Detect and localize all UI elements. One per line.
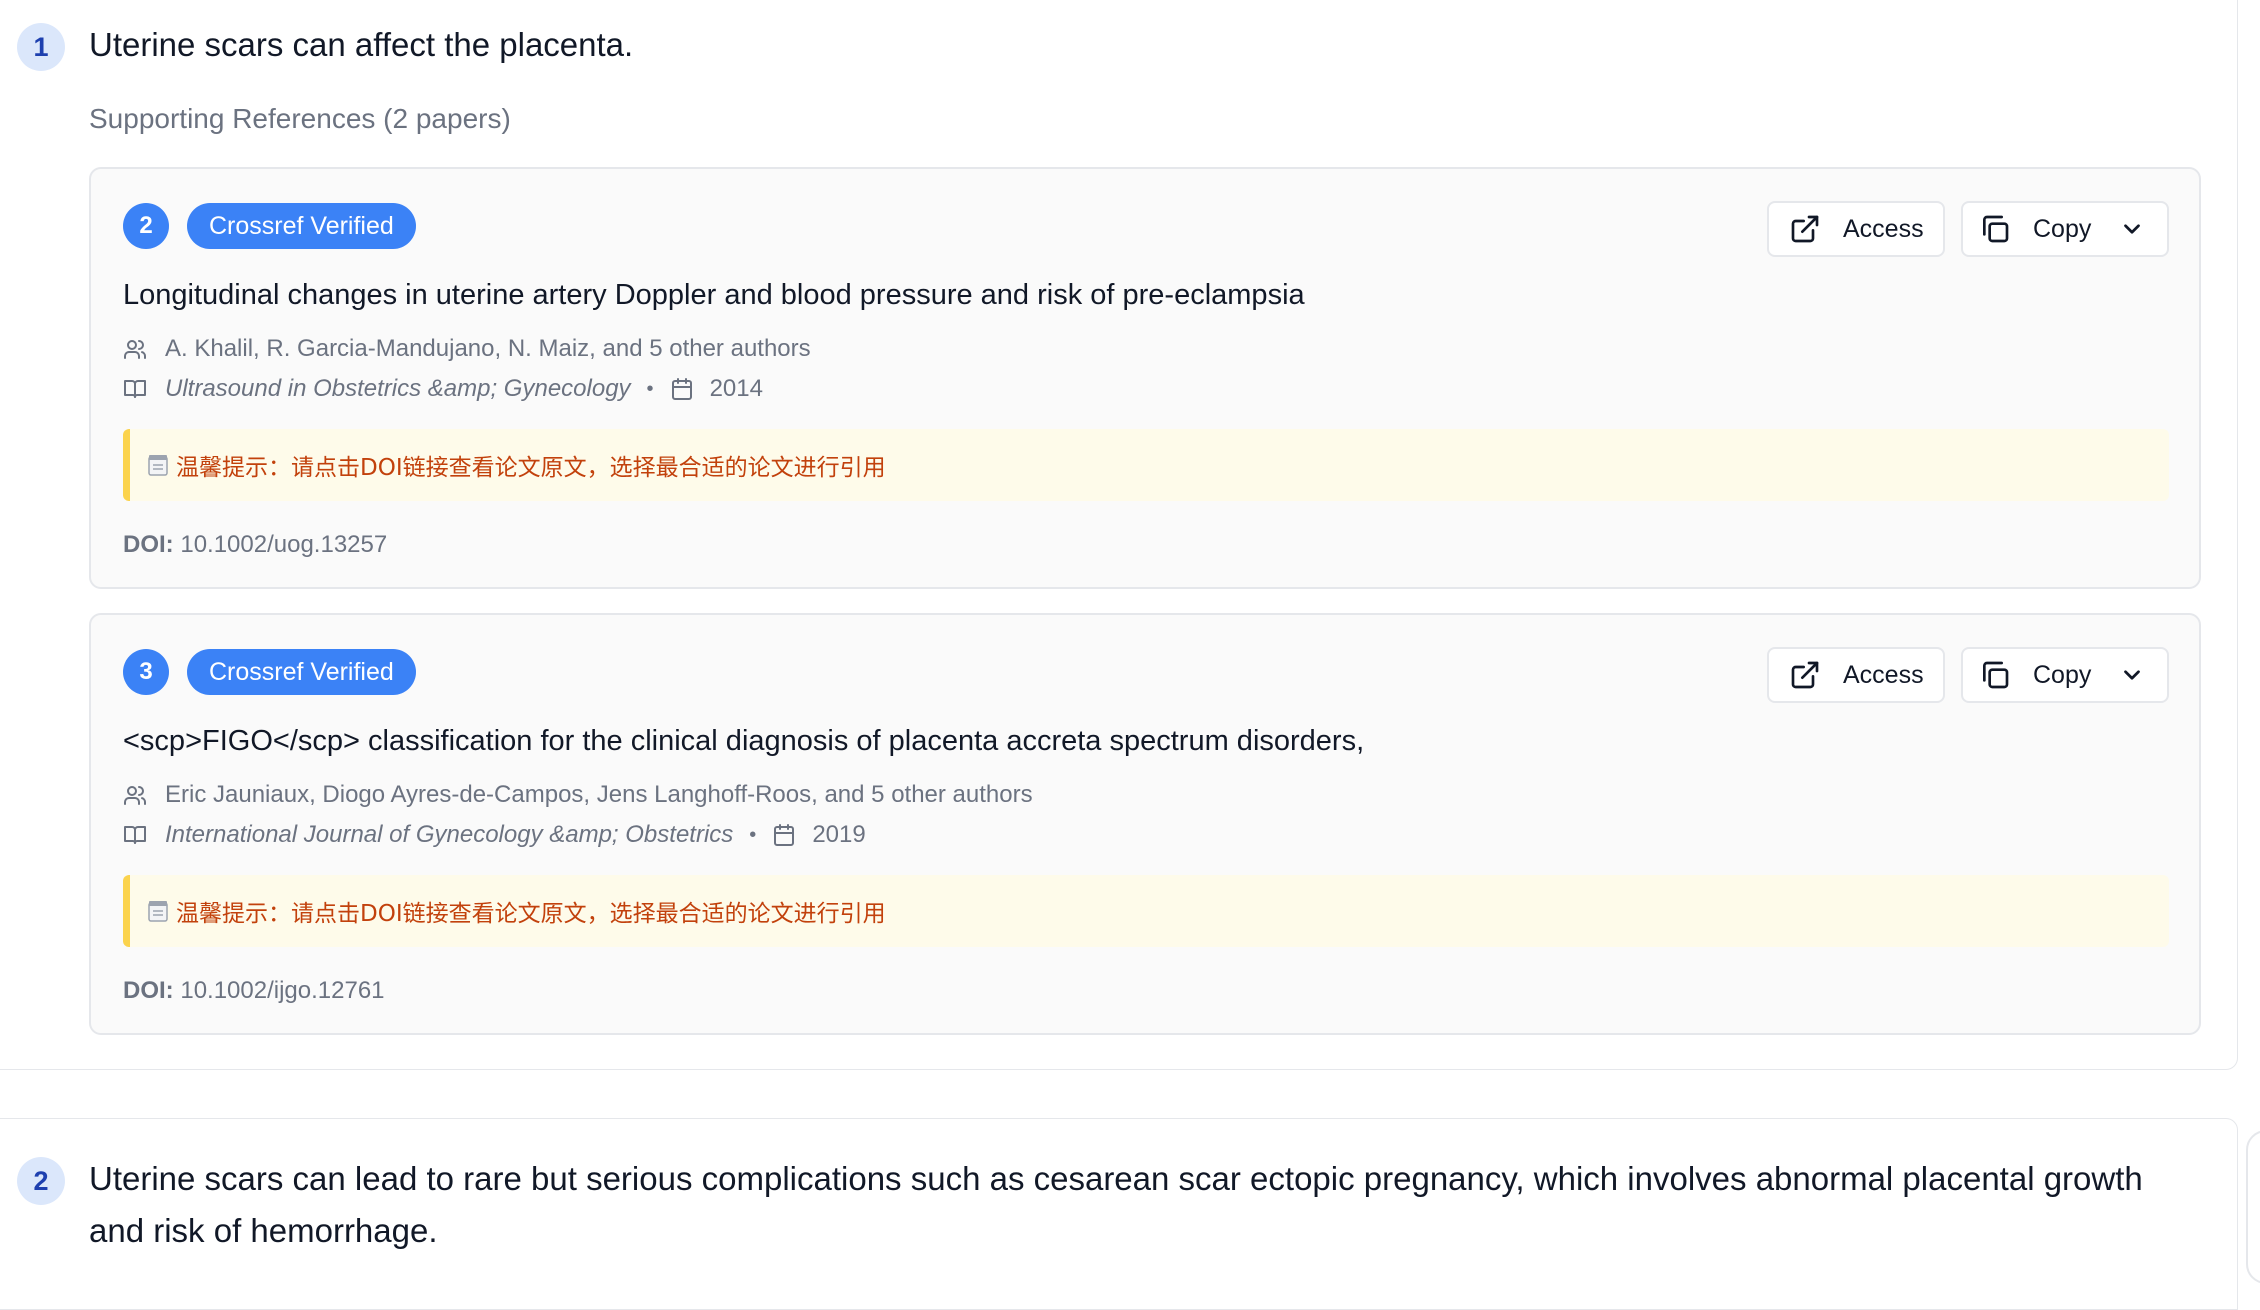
- claim-number-badge: 2: [17, 1157, 65, 1205]
- reference-title: Longitudinal changes in uterine artery D…: [123, 279, 1305, 311]
- access-button-label: Access: [1843, 660, 1924, 689]
- users-icon: [124, 340, 146, 359]
- doi-label: DOI:: [123, 977, 174, 1004]
- book-icon: [124, 826, 146, 844]
- reference-index-badge: 2: [123, 203, 169, 249]
- doi-line: DOI: 10.1002/uog.13257: [123, 531, 387, 559]
- claim-card: 2 Uterine scars can lead to rare but ser…: [0, 1118, 2238, 1310]
- copy-button[interactable]: Copy: [1961, 647, 2169, 703]
- external-link-icon: [1791, 661, 1819, 689]
- reference-index-badge: 3: [123, 649, 169, 695]
- reference-card: 2 Crossref Verified Access Copy Longitud…: [89, 167, 2201, 589]
- doi-value[interactable]: 10.1002/ijgo.12761: [180, 977, 384, 1004]
- citation-tip-text: 温馨提示：请点击DOI链接查看论文原文，选择最合适的论文进行引用: [176, 901, 886, 927]
- crossref-verified-badge: Crossref Verified: [187, 649, 416, 695]
- notepad-icon: [148, 901, 168, 922]
- copy-button-label: Copy: [2033, 660, 2092, 689]
- reference-year: 2019: [812, 821, 866, 848]
- authors-row: A. Khalil, R. Garcia-Mandujano, N. Maiz,…: [123, 333, 811, 365]
- copy-button-label: Copy: [2033, 214, 2092, 243]
- reference-year: 2014: [709, 375, 763, 402]
- reference-journal: International Journal of Gynecology &amp…: [165, 821, 734, 848]
- external-link-icon: [1791, 215, 1819, 243]
- page: 1 Uterine scars can affect the placenta.…: [0, 0, 2260, 1310]
- reference-authors: Eric Jauniaux, Diogo Ayres-de-Campos, Je…: [165, 781, 1033, 808]
- copy-icon: [1983, 661, 2009, 689]
- journal-row: Ultrasound in Obstetrics &amp; Gynecolog…: [123, 373, 763, 405]
- reference-title: <scp>FIGO</scp> classification for the c…: [123, 725, 1365, 757]
- book-icon: [124, 380, 146, 398]
- citation-tip-text: 温馨提示：请点击DOI链接查看论文原文，选择最合适的论文进行引用: [176, 455, 886, 481]
- doi-label: DOI:: [123, 531, 174, 558]
- calendar-icon: [671, 378, 692, 400]
- claim-text: Uterine scars can lead to rare but serio…: [89, 1160, 2143, 1249]
- references-heading: Supporting References (2 papers): [89, 103, 511, 134]
- citation-tip: 温馨提示：请点击DOI链接查看论文原文，选择最合适的论文进行引用: [123, 875, 2169, 947]
- notepad-icon: [148, 455, 168, 476]
- access-button-label: Access: [1843, 214, 1924, 243]
- side-panel-edge[interactable]: [2246, 1130, 2260, 1284]
- claim-number-badge: 1: [17, 23, 65, 71]
- reference-authors: A. Khalil, R. Garcia-Mandujano, N. Maiz,…: [165, 335, 811, 362]
- claim-text: Uterine scars can affect the placenta.: [89, 26, 634, 63]
- separator-dot: •: [749, 823, 757, 846]
- crossref-verified-badge: Crossref Verified: [187, 203, 416, 249]
- chevron-down-icon[interactable]: [2119, 662, 2145, 688]
- copy-button[interactable]: Copy: [1961, 201, 2169, 257]
- citation-tip: 温馨提示：请点击DOI链接查看论文原文，选择最合适的论文进行引用: [123, 429, 2169, 501]
- separator-dot: •: [646, 377, 654, 400]
- reference-card: 3 Crossref Verified Access Copy <scp>FIG…: [89, 613, 2201, 1035]
- doi-line: DOI: 10.1002/ijgo.12761: [123, 977, 385, 1005]
- doi-value[interactable]: 10.1002/uog.13257: [180, 531, 387, 558]
- access-button[interactable]: Access: [1767, 647, 1945, 703]
- claim-card: 1 Uterine scars can affect the placenta.…: [0, 0, 2238, 1070]
- authors-row: Eric Jauniaux, Diogo Ayres-de-Campos, Je…: [123, 779, 1033, 811]
- reference-journal: Ultrasound in Obstetrics &amp; Gynecolog…: [165, 375, 631, 402]
- copy-icon: [1983, 215, 2009, 243]
- users-icon: [124, 786, 146, 805]
- calendar-icon: [774, 824, 795, 846]
- access-button[interactable]: Access: [1767, 201, 1945, 257]
- journal-row: International Journal of Gynecology &amp…: [123, 819, 866, 851]
- chevron-down-icon[interactable]: [2119, 216, 2145, 242]
